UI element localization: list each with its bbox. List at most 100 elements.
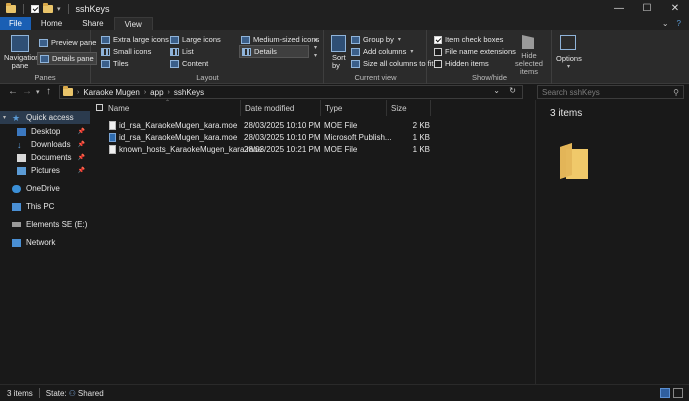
file-row[interactable]: id_rsa_KaraokeMugen_kara.moe 28/03/2025 … bbox=[90, 119, 535, 131]
pin-icon[interactable]: 📌 bbox=[78, 128, 85, 135]
search-icon[interactable]: ⚲ bbox=[673, 88, 679, 97]
minimize-button[interactable]: — bbox=[605, 0, 633, 17]
help-icon[interactable]: ? bbox=[677, 19, 681, 28]
tab-home[interactable]: Home bbox=[31, 17, 72, 30]
tab-file[interactable]: File bbox=[0, 17, 31, 30]
nav-item-onedrive[interactable]: OneDrive bbox=[0, 182, 90, 195]
file-name: known_hosts_KaraokeMugen_kara.moe bbox=[119, 144, 263, 154]
breadcrumb-karaoke-mugen[interactable]: Karaoke Mugen bbox=[83, 88, 139, 97]
refresh-icon[interactable]: ↻ bbox=[509, 86, 516, 95]
address-dropdown-icon[interactable]: ⌄ bbox=[493, 86, 500, 95]
nav-item-quick-access[interactable]: ▾ ★ Quick access bbox=[0, 111, 90, 124]
extra-large-icons-icon bbox=[101, 35, 110, 44]
large-icons-view-icon[interactable] bbox=[673, 388, 683, 398]
file-name-extensions-label: File name extensions bbox=[445, 47, 516, 56]
title-bar: ▾ sshKeys — ☐ ✕ bbox=[0, 0, 689, 17]
file-name-extensions-toggle[interactable]: File name extensions bbox=[434, 47, 516, 56]
breadcrumb-chevron-icon[interactable]: › bbox=[77, 89, 79, 96]
nav-item-label: Documents bbox=[31, 153, 72, 162]
tab-share[interactable]: Share bbox=[72, 17, 113, 30]
column-header-row: ⌃ Name Date modified Type Size bbox=[90, 100, 535, 116]
tab-view[interactable]: View bbox=[113, 17, 153, 30]
search-box[interactable]: Search sshKeys ⚲ bbox=[537, 85, 684, 99]
large-icons-icon bbox=[170, 35, 179, 44]
pin-icon[interactable]: 📌 bbox=[78, 154, 85, 161]
layout-label: Content bbox=[182, 59, 209, 68]
quick-access-dropdown-icon[interactable]: ▾ bbox=[57, 5, 61, 13]
layout-content[interactable]: Content bbox=[170, 59, 208, 68]
breadcrumb-sshkeys[interactable]: sshKeys bbox=[174, 88, 204, 97]
nav-item-this-pc[interactable]: This PC bbox=[0, 200, 90, 213]
nav-item-pictures[interactable]: Pictures 📌 bbox=[0, 164, 90, 177]
nav-item-downloads[interactable]: ↓ Downloads 📌 bbox=[0, 138, 90, 151]
checkbox-icon bbox=[96, 104, 103, 111]
maximize-button[interactable]: ☐ bbox=[633, 0, 661, 17]
layout-scroll-icon[interactable]: ▴ ▾ ▾ bbox=[314, 36, 317, 60]
sort-by-button[interactable]: Sort by bbox=[332, 54, 346, 70]
window-title: sshKeys bbox=[75, 3, 110, 14]
size-all-columns-button[interactable]: Size all columns to fit bbox=[351, 59, 433, 68]
file-row[interactable]: id_rsa_KaraokeMugen_kara.moe 28/03/2025 … bbox=[90, 131, 535, 143]
layout-label: List bbox=[182, 47, 194, 56]
group-by-button[interactable]: Group by ▾ bbox=[351, 35, 401, 44]
file-date: 28/03/2025 10:21 PM bbox=[244, 144, 321, 154]
pin-icon[interactable]: 📌 bbox=[78, 167, 85, 174]
preview-pane-button[interactable]: Preview pane bbox=[39, 38, 96, 47]
layout-medium-icons[interactable]: Medium-sized icons bbox=[241, 35, 319, 44]
details-pane-button[interactable]: Details pane bbox=[37, 52, 97, 65]
column-name[interactable]: Name bbox=[104, 100, 241, 116]
nav-item-label: Network bbox=[26, 238, 56, 247]
current-view-group-label: Current view bbox=[354, 73, 397, 82]
drive-icon bbox=[12, 222, 21, 227]
breadcrumb-app[interactable]: app bbox=[150, 88, 163, 97]
nav-item-elements-drive[interactable]: Elements SE (E:) bbox=[0, 218, 90, 231]
options-button[interactable]: Options bbox=[556, 54, 582, 63]
file-row[interactable]: known_hosts_KaraokeMugen_kara.moe 28/03/… bbox=[90, 143, 535, 155]
options-label: Options bbox=[556, 54, 582, 63]
nav-item-desktop[interactable]: Desktop 📌 bbox=[0, 125, 90, 138]
status-state-value: Shared bbox=[77, 388, 104, 398]
file-date: 28/03/2025 10:10 PM bbox=[244, 132, 321, 142]
chevron-down-icon: ▾ bbox=[410, 49, 414, 55]
up-arrow-icon[interactable]: ↑ bbox=[46, 86, 51, 97]
close-button[interactable]: ✕ bbox=[661, 0, 689, 17]
nav-item-network[interactable]: Network bbox=[0, 236, 90, 249]
layout-large-icons[interactable]: Large icons bbox=[170, 35, 221, 44]
new-folder-icon[interactable] bbox=[43, 2, 53, 13]
file-date: 28/03/2025 10:10 PM bbox=[244, 120, 321, 130]
breadcrumb-chevron-icon[interactable]: › bbox=[144, 89, 146, 96]
select-all-checkbox[interactable] bbox=[96, 104, 103, 111]
breadcrumb-chevron-icon[interactable]: › bbox=[168, 89, 170, 96]
layout-extra-large-icons[interactable]: Extra large icons bbox=[101, 35, 169, 44]
column-size[interactable]: Size bbox=[387, 100, 431, 116]
file-name: id_rsa_KaraokeMugen_kara.moe bbox=[119, 120, 238, 130]
item-check-boxes-label: Item check boxes bbox=[445, 35, 504, 44]
hidden-items-label: Hidden items bbox=[445, 59, 489, 68]
navigation-pane-button[interactable]: Navigation pane bbox=[4, 54, 39, 70]
layout-details[interactable]: Details bbox=[239, 45, 309, 58]
details-view-icon[interactable] bbox=[660, 388, 670, 398]
file-name: id_rsa_KaraokeMugen_kara.moe bbox=[119, 132, 238, 142]
chevron-down-icon[interactable]: ▾ bbox=[0, 114, 12, 121]
layout-group: Extra large icons Large icons Medium-siz… bbox=[92, 30, 324, 84]
layout-small-icons[interactable]: Small icons bbox=[101, 47, 151, 56]
pin-icon[interactable]: 📌 bbox=[78, 141, 85, 148]
address-bar[interactable]: › Karaoke Mugen › app › sshKeys ⌄ ↻ bbox=[59, 85, 523, 99]
item-check-boxes-toggle[interactable]: Item check boxes bbox=[434, 35, 503, 44]
size-columns-icon bbox=[351, 59, 360, 68]
layout-tiles[interactable]: Tiles bbox=[101, 59, 129, 68]
pictures-icon bbox=[17, 166, 26, 175]
column-type[interactable]: Type bbox=[321, 100, 387, 116]
file-type: MOE File bbox=[324, 120, 358, 130]
collapse-ribbon-icon[interactable]: ⌄ bbox=[662, 19, 669, 28]
checkbox-icon[interactable] bbox=[31, 4, 39, 13]
forward-arrow-icon[interactable]: → bbox=[22, 86, 32, 97]
back-arrow-icon[interactable]: ← bbox=[8, 86, 18, 97]
column-date-modified[interactable]: Date modified bbox=[241, 100, 321, 116]
add-columns-button[interactable]: Add columns ▾ bbox=[351, 47, 413, 56]
recent-locations-icon[interactable]: ▾ bbox=[36, 88, 40, 96]
hide-selected-icon bbox=[522, 35, 534, 49]
nav-item-documents[interactable]: Documents 📌 bbox=[0, 151, 90, 164]
hidden-items-toggle[interactable]: Hidden items bbox=[434, 59, 489, 68]
layout-list[interactable]: List bbox=[170, 47, 194, 56]
